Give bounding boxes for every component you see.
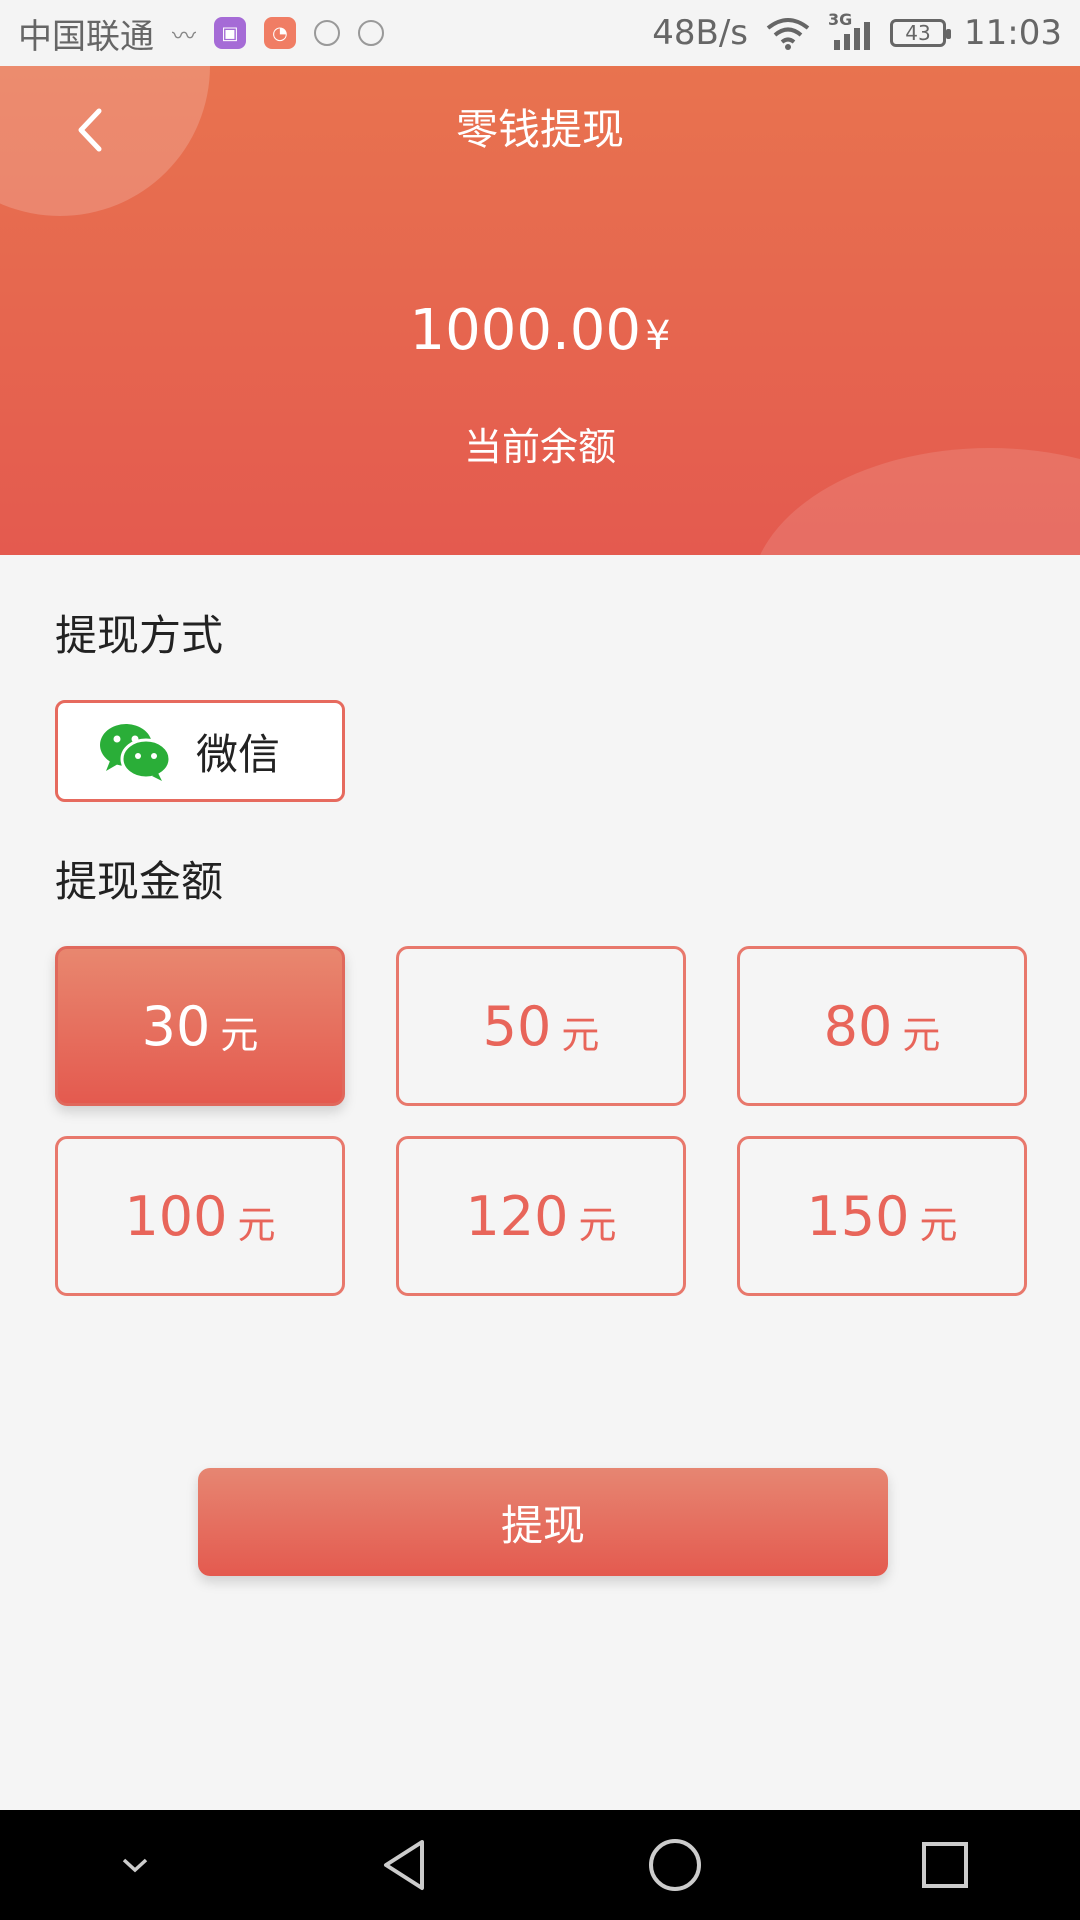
- notification-icon: 〰: [172, 21, 196, 50]
- amount-option-150[interactable]: 150 元: [737, 1136, 1027, 1296]
- status-left: 中国联通 〰 ▣ ◔: [18, 9, 384, 58]
- battery-level: 43: [905, 21, 931, 45]
- amount-unit: 元: [220, 1012, 259, 1057]
- system-nav-bar: [0, 1810, 1080, 1920]
- gallery-app-icon: ▣: [214, 17, 246, 49]
- triangle-back-icon: [384, 1840, 424, 1890]
- amount-unit: 元: [902, 1012, 941, 1057]
- balance-value: 1000.00: [409, 298, 642, 363]
- amount-value: 30: [141, 994, 211, 1058]
- shield-icon: [314, 20, 340, 46]
- balance-label: 当前余额: [463, 425, 616, 469]
- currency-symbol: ¥: [645, 313, 671, 359]
- signal-icon: 3G: [828, 10, 872, 50]
- wechat-icon: [100, 724, 172, 781]
- status-right: 48B/s 3G 43 11:03: [652, 10, 1062, 53]
- amount-value: 150: [806, 1184, 910, 1248]
- amount-option-80[interactable]: 80 元: [737, 946, 1027, 1106]
- amount-unit: 元: [578, 1202, 617, 1247]
- amount-unit: 元: [561, 1012, 600, 1057]
- misc-status-icon: [358, 20, 384, 46]
- balance-amount: 1000.00 ¥: [0, 298, 1080, 363]
- amount-value: 80: [823, 994, 893, 1058]
- wechat-method-button[interactable]: 微信: [55, 700, 345, 802]
- withdraw-button[interactable]: 提现: [198, 1468, 888, 1576]
- nav-home-button[interactable]: [635, 1825, 715, 1905]
- amount-value: 100: [124, 1184, 228, 1248]
- nav-recents-button[interactable]: [905, 1825, 985, 1905]
- chevron-down-icon: [122, 1858, 148, 1873]
- balance-header: 零钱提现 1000.00 ¥ 当前余额: [0, 66, 1080, 555]
- amount-option-120[interactable]: 120 元: [396, 1136, 686, 1296]
- carrier-label: 中国联通: [18, 16, 154, 57]
- net-speed: 48B/s: [652, 13, 749, 53]
- app-notification-icon: ◔: [264, 17, 296, 49]
- amount-unit: 元: [919, 1202, 958, 1247]
- clock: 11:03: [964, 13, 1062, 53]
- method-label: 微信: [196, 729, 281, 779]
- amount-section-title: 提现金额: [55, 857, 224, 906]
- amount-unit: 元: [237, 1202, 276, 1247]
- circle-home-icon: [649, 1839, 701, 1891]
- square-recents-icon: [922, 1842, 968, 1888]
- amount-value: 50: [482, 994, 552, 1058]
- amount-value: 120: [465, 1184, 569, 1248]
- status-bar: 中国联通 〰 ▣ ◔ 48B/s 3G 43 11:03: [0, 0, 1080, 66]
- method-section-title: 提现方式: [55, 611, 224, 660]
- amount-option-30[interactable]: 30 元: [55, 946, 345, 1106]
- nav-hide-button[interactable]: [95, 1825, 175, 1905]
- amount-option-100[interactable]: 100 元: [55, 1136, 345, 1296]
- battery-icon: 43: [890, 19, 952, 47]
- amount-option-50[interactable]: 50 元: [396, 946, 686, 1106]
- page-title: 零钱提现: [455, 105, 624, 154]
- nav-back-button[interactable]: [365, 1825, 445, 1905]
- wifi-icon: [766, 18, 810, 50]
